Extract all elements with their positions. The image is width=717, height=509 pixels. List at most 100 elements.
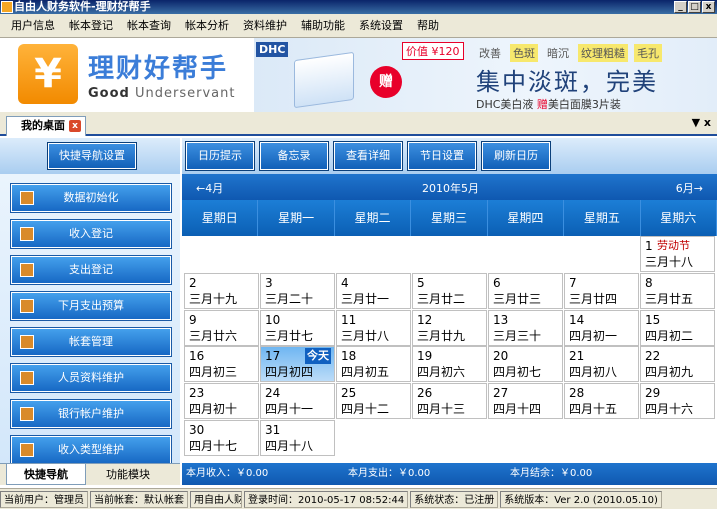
calendar-panel: 日历提示 备忘录 查看详细 节日设置 刷新日历 ←4月 2010年5月 6月→ … [182,138,717,485]
lunar-date: 四月初二 [645,328,694,343]
menu-ledger-analysis[interactable]: 帐本分析 [178,16,236,36]
day-number: 14 [569,312,585,327]
status-bar: 当前用户：管理员 当前帐套：默认帐套 用自由人财 登录时间：2010-05-17… [0,488,717,509]
nav-item-label: 银行帐户维护 [58,407,124,420]
calendar-day-cell[interactable]: 6 三月廿三 [488,272,563,309]
tab-strip: 我的桌面 x ▼ x [0,112,717,136]
tab-quick-nav[interactable]: 快捷导航 [6,464,86,485]
calendar-day-cell[interactable]: 31 四月十八 [260,420,335,456]
nav-bank-accounts[interactable]: 银行帐户维护 [10,399,172,429]
menu-user-info[interactable]: 用户信息 [4,16,62,36]
calendar-day-cell[interactable]: 13 三月三十 [488,309,563,346]
calendar-day-cell[interactable]: 22 四月初九 [640,346,715,383]
menu-ledger-query[interactable]: 帐本查询 [120,16,178,36]
calendar-day-cell[interactable]: 2 三月十九 [184,272,259,309]
tagline-rest: Underservant [134,86,236,101]
holiday-settings-button[interactable]: 节日设置 [407,141,477,171]
window-controls: _ □ x [674,1,715,13]
menu-tools[interactable]: 辅助功能 [294,16,352,36]
calendar-day-cell[interactable]: 11 三月廿八 [336,309,411,346]
day-number: 30 [189,423,205,437]
calendar-day-cell[interactable]: 27 四月十四 [488,383,563,420]
nav-item-label: 帐套管理 [69,335,113,348]
day-number: 19 [417,349,433,364]
quick-nav-settings-button[interactable]: 快捷导航设置 [47,142,137,170]
tab-controls[interactable]: ▼ x [692,116,711,129]
calendar-day-cell[interactable]: 18 四月初五 [336,346,411,383]
refresh-calendar-button[interactable]: 刷新日历 [481,141,551,171]
day-number: 29 [645,386,661,401]
logo-text: 理财好帮手 [88,54,229,84]
nav-expense-register[interactable]: 支出登记 [10,255,172,285]
month-title: 2010年5月 [422,182,479,195]
minimize-button[interactable]: _ [674,1,687,13]
view-details-button[interactable]: 查看详细 [333,141,403,171]
calendar-day-cell[interactable]: 3 三月二十 [260,272,335,309]
nav-income-types[interactable]: 收入类型维护 [10,435,172,463]
next-month-link[interactable]: 6月→ [676,180,703,196]
status-version: 系统版本：Ver 2.0 (2010.05.10) [500,490,662,508]
calendar-day-cell[interactable]: 9 三月廿六 [184,309,259,346]
calendar-day-cell[interactable]: 15 四月初二 [640,309,715,346]
calendar-day-cell[interactable]: 25 四月十二 [336,383,411,420]
weekday-thu: 星期四 [488,200,565,236]
lunar-date: 四月初五 [341,365,390,380]
calendar-day-cell[interactable]: 21 四月初八 [564,346,639,383]
nav-item-icon [20,263,34,277]
menu-data-maintenance[interactable]: 资料维护 [236,16,294,36]
calendar-day-cell[interactable]: 26 四月十三 [412,383,487,420]
nav-income-register[interactable]: 收入登记 [10,219,172,249]
calendar-day-cell[interactable]: 16 四月初三 [184,346,259,383]
nav-data-init[interactable]: 数据初始化 [10,183,172,213]
calendar-day-cell[interactable]: 30 四月十七 [184,420,259,456]
app-icon [1,1,13,13]
calendar-day-cell[interactable]: 20 四月初七 [488,346,563,383]
tab-close-icon[interactable]: x [69,120,81,132]
lunar-date: 三月廿九 [417,328,466,343]
month-balance: 本月结余：￥0.00 [510,468,593,479]
menu-help[interactable]: 帮助 [410,16,446,36]
day-number: 27 [493,386,509,401]
weekday-wed: 星期三 [411,200,488,236]
nav-next-month-budget[interactable]: 下月支出预算 [10,291,172,321]
calendar-day-cell[interactable]: 14 四月初一 [564,309,639,346]
ad-tag: 毛孔 [634,44,662,62]
calendar-reminder-button[interactable]: 日历提示 [185,141,255,171]
advertisement[interactable]: DHC 赠 价值 ¥120 改善 色斑 暗沉 纹理粗糙 毛孔 集中淡斑，完美 D… [254,38,717,112]
calendar-day-cell[interactable]: 5 三月廿二 [412,272,487,309]
calendar-day-cell[interactable]: 10 三月廿七 [260,309,335,346]
lunar-date: 四月十二 [341,402,390,417]
menu-ledger-register[interactable]: 帐本登记 [62,16,120,36]
calendar-day-cell[interactable]: 17 四月初四 今天 [260,346,335,383]
nav-account-set[interactable]: 帐套管理 [10,327,172,357]
calendar-day-cell[interactable]: 28 四月十五 [564,383,639,420]
calendar-day-cell[interactable]: 12 三月廿九 [412,309,487,346]
tab-my-desktop[interactable]: 我的桌面 x [6,116,86,136]
tab-function-modules[interactable]: 功能模块 [88,464,168,485]
calendar-day-cell[interactable]: 1 三月十八 劳动节 [640,236,715,272]
ad-sub-suffix: 美白面膜3片装 [547,98,621,111]
calendar-day-cell[interactable]: 24 四月十一 [260,383,335,420]
lunar-date: 三月廿八 [341,328,390,343]
lunar-date: 四月初六 [417,365,466,380]
calendar-day-cell[interactable]: 23 四月初十 [184,383,259,420]
day-number: 22 [645,349,661,364]
calendar-day-cell[interactable]: 29 四月十六 [640,383,715,420]
yen-logo-icon: ¥ [18,44,78,104]
lunar-date: 四月初三 [189,365,238,380]
ad-tags: 改善 色斑 暗沉 纹理粗糙 毛孔 [476,44,662,62]
calendar-day-cell[interactable]: 7 三月廿四 [564,272,639,309]
memo-button[interactable]: 备忘录 [259,141,329,171]
maximize-button[interactable]: □ [688,1,701,13]
calendar-day-cell[interactable]: 8 三月廿五 [640,272,715,309]
menu-system-settings[interactable]: 系统设置 [352,16,410,36]
calendar-day-cell[interactable]: 19 四月初六 [412,346,487,383]
close-button[interactable]: x [702,1,715,13]
day-number: 31 [265,423,281,437]
nav-personnel[interactable]: 人员资料维护 [10,363,172,393]
calendar-day-cell[interactable]: 4 三月廿一 [336,272,411,309]
prev-month-link[interactable]: ←4月 [196,180,223,196]
day-number: 7 [569,275,577,290]
lunar-date: 四月初十 [189,402,238,417]
lunar-date: 三月廿五 [645,291,694,306]
